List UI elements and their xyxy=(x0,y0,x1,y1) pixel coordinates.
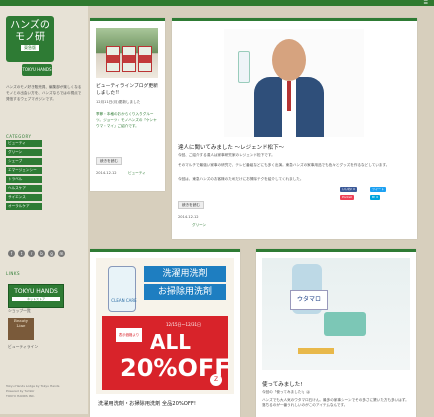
detergent-bottle-image xyxy=(108,266,136,312)
post-title[interactable]: 洗濯用洗剤・お掃除用洗剤 全品20%OFF! xyxy=(98,400,238,407)
category-oralcare[interactable]: オーラルケア xyxy=(6,203,42,211)
twitter-icon[interactable]: t xyxy=(18,250,25,257)
bookmark-icon[interactable]: b xyxy=(38,250,45,257)
beauty-line-badge[interactable]: Beauty Line xyxy=(8,318,34,340)
post-body-line: ハンズでも大人気のウタマロ石けん。最多の家事シーンでその多さに驚いた方も多いはず… xyxy=(262,398,409,407)
google-icon[interactable]: g xyxy=(48,250,55,257)
post-thumbnail[interactable] xyxy=(96,28,158,78)
shop-list-link[interactable]: ショップ一覧 xyxy=(8,308,31,314)
sidebar-footer: Tokyu Hands Lodge by Tokyu Hands Powered… xyxy=(6,384,60,398)
category-beauty[interactable]: ビューティ xyxy=(6,140,42,148)
post-card-sale[interactable]: CLEAN CARE 洗濯用洗剤 お掃除用洗剤 12/15日～12/31日 表示… xyxy=(90,249,240,417)
category-science[interactable]: サイエンス xyxy=(6,194,42,202)
post-photo[interactable]: ウタマロ xyxy=(262,258,410,370)
facebook-like-button[interactable]: いいね! 0 xyxy=(340,187,358,192)
hatena-bookmark-button[interactable]: B! 0 xyxy=(370,195,381,200)
tokyu-hands-badge[interactable]: TOKYU HANDS xyxy=(22,64,52,76)
beauty-line-label[interactable]: ビューティライン xyxy=(8,344,38,350)
site-description: ハンズのモノ好き販売員、編集部が楽しくなるモノとの出会い方を、ハンズならではの視… xyxy=(6,85,82,101)
category-title: CATEGORY xyxy=(6,134,32,139)
category-healthcare[interactable]: ヘルスケア xyxy=(6,185,42,193)
sale-date: 12/15日～12/31日 xyxy=(166,322,202,327)
category-travel[interactable]: トラベル xyxy=(6,176,42,184)
logo-title: ハンズの モノ研 xyxy=(10,20,50,43)
clean-care-label: CLEAN CARE xyxy=(111,298,137,303)
category-shave[interactable]: シェーブ xyxy=(6,158,42,166)
person-head xyxy=(272,39,306,81)
links-title: LINKS xyxy=(6,271,21,276)
post-date-text: 12月11日(月)更新しました xyxy=(96,100,141,104)
can-image xyxy=(122,46,136,72)
post-body-line: 今回は、東急ハンズのお客様のためだけにお掃除テクを紹介してくれました。 xyxy=(178,177,304,181)
category-emergency[interactable]: エマージェンシー xyxy=(6,167,42,175)
post-body-line: そのマルチで最強い家事の研究で、テレビ番組などにも多く出演。東急ハンズの家事用品… xyxy=(178,163,390,167)
post-tag[interactable]: ビューティ xyxy=(128,171,146,176)
brush-image xyxy=(298,348,334,354)
can-image xyxy=(106,46,120,72)
post-tag[interactable]: グリーン xyxy=(192,223,206,228)
read-more-button[interactable]: 続きを読む xyxy=(96,157,122,165)
sale-label: 表示価格より xyxy=(116,328,142,342)
post-card-tried[interactable]: ウタマロ 使ってみました! 今回の「使ってみました!」は ハンズでも大人気のウタ… xyxy=(256,249,416,417)
spray-bottle-image xyxy=(238,51,250,83)
tokyu-hands-link[interactable]: TOKYU HANDS ネットストア xyxy=(8,284,64,308)
post-card-legend[interactable]: 達人に聞いてみました ～レジェンド松下～ 今回、ご紹介する達人は家事研究家のレジ… xyxy=(172,18,417,239)
sale-red-panel: 12/15日～12/31日 表示価格より ALL 20%OFF Z xyxy=(102,316,231,390)
post-photo[interactable] xyxy=(224,29,364,137)
tokyu-link-text: TOKYU HANDS xyxy=(14,288,58,295)
facebook-icon[interactable]: f xyxy=(8,250,15,257)
rss-icon[interactable]: r xyxy=(28,250,35,257)
brand-logo-icon: Z xyxy=(210,374,222,386)
read-more-button[interactable]: 続きを読む xyxy=(178,201,204,209)
sale-banner[interactable]: CLEAN CARE 洗濯用洗剤 お掃除用洗剤 12/15日～12/31日 表示… xyxy=(96,258,234,394)
post-excerpt-link[interactable]: 季節・本格のおからくり入りグルーツ。ジョーツ：モノハンズの「ケンヤウマ・マイ」ご… xyxy=(96,111,160,129)
sale-heading-cleaning: お掃除用洗剤 xyxy=(144,284,226,300)
post-title[interactable]: 使ってみました! xyxy=(262,380,302,388)
bottle-label: ウタマロ xyxy=(290,290,328,310)
post-title[interactable]: ビューティラインブログ更新しました!! xyxy=(96,83,160,97)
site-logo[interactable]: ハンズの モノ研 東急版 xyxy=(6,16,54,62)
post-title[interactable]: 達人に聞いてみました ～レジェンド松下～ xyxy=(178,143,284,151)
sidebar: ハンズの モノ研 東急版 TOKYU HANDS ハンズのモノ好き販売員、編集部… xyxy=(0,6,88,414)
post-meta-date: 2014.12.12 xyxy=(178,215,199,219)
tweet-button[interactable]: ツイート xyxy=(370,187,387,192)
logo-subtitle: 東急版 xyxy=(21,45,39,51)
pocket-button[interactable]: Pocket xyxy=(340,195,354,200)
post-body-line: 今回、ご紹介する達人は家事研究家のレジェンド松下です。 xyxy=(178,153,275,157)
mail-icon[interactable]: m xyxy=(58,250,65,257)
can-image xyxy=(138,46,152,72)
person-tie xyxy=(287,81,291,111)
post-meta-date: 2014.12.12 xyxy=(96,171,117,175)
tokyu-link-sub: ネットストア xyxy=(12,297,60,301)
post-body-line: 今回の「使ってみました!」は xyxy=(262,390,310,394)
sale-heading-laundry: 洗濯用洗剤 xyxy=(144,266,226,282)
hamburger-icon[interactable]: ☰ xyxy=(424,0,428,6)
category-green[interactable]: グリーン xyxy=(6,149,42,157)
post-card-beauty[interactable]: ビューティラインブログ更新しました!! 12月11日(月)更新しました 季節・本… xyxy=(90,18,165,191)
soap-box-image xyxy=(324,312,366,336)
sale-all-text: ALL xyxy=(150,330,191,354)
